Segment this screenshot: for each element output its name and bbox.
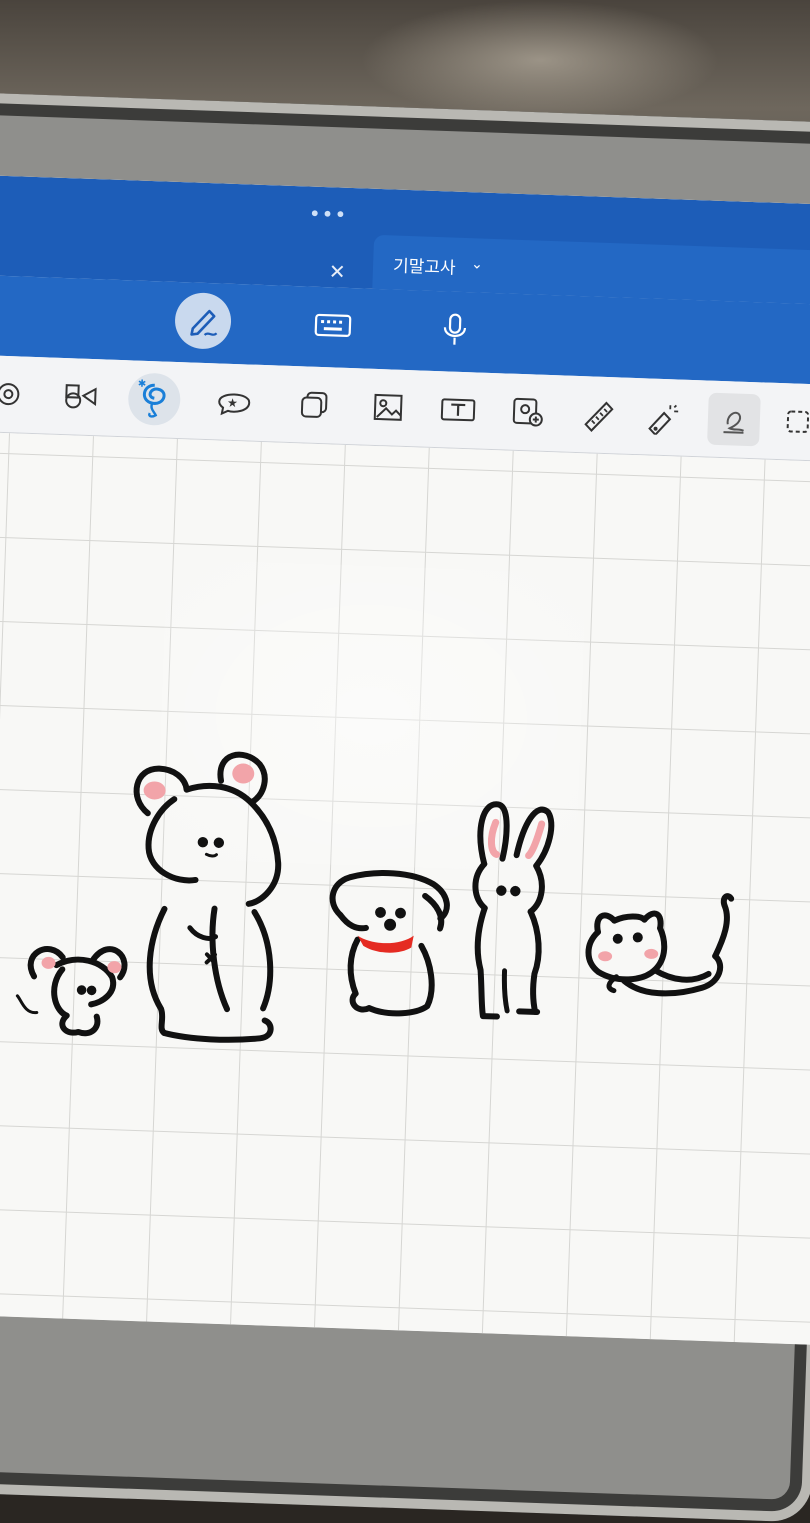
room-light: [360, 0, 720, 120]
cat-doodle: [587, 891, 731, 995]
doodle-drawing: [0, 432, 810, 1346]
image-icon[interactable]: [361, 380, 415, 434]
close-icon[interactable]: ✕: [328, 259, 346, 284]
more-dots-icon[interactable]: •••: [309, 209, 349, 220]
svg-text:✱: ✱: [138, 379, 147, 390]
ruler-icon[interactable]: [571, 388, 625, 442]
lasso-icon[interactable]: ✱: [127, 372, 181, 426]
tab-label: 기말고사: [393, 251, 456, 278]
keyboard-icon[interactable]: [304, 296, 362, 354]
note-canvas[interactable]: ᄒ: [0, 432, 810, 1346]
tablet-screen: ••• ✕ 기말고사 ⌄: [0, 175, 810, 1346]
sticker-icon[interactable]: ★: [207, 375, 261, 429]
laser-pointer-icon[interactable]: [635, 390, 689, 444]
dashed-square-icon[interactable]: [771, 395, 810, 449]
shapes-icon[interactable]: [53, 370, 107, 424]
svg-text:★: ★: [227, 396, 238, 410]
pencil-icon[interactable]: [174, 292, 232, 350]
camera-icon[interactable]: [501, 385, 555, 439]
target-icon[interactable]: [0, 367, 35, 421]
puppy-doodle: [329, 871, 448, 1015]
eraser-icon[interactable]: [707, 393, 761, 447]
chevron-down-icon[interactable]: ⌄: [471, 256, 483, 272]
mouse-doodle: [16, 946, 125, 1035]
text-box-icon[interactable]: [431, 383, 485, 437]
stack-icon[interactable]: [287, 378, 341, 432]
microphone-icon[interactable]: [426, 301, 484, 359]
